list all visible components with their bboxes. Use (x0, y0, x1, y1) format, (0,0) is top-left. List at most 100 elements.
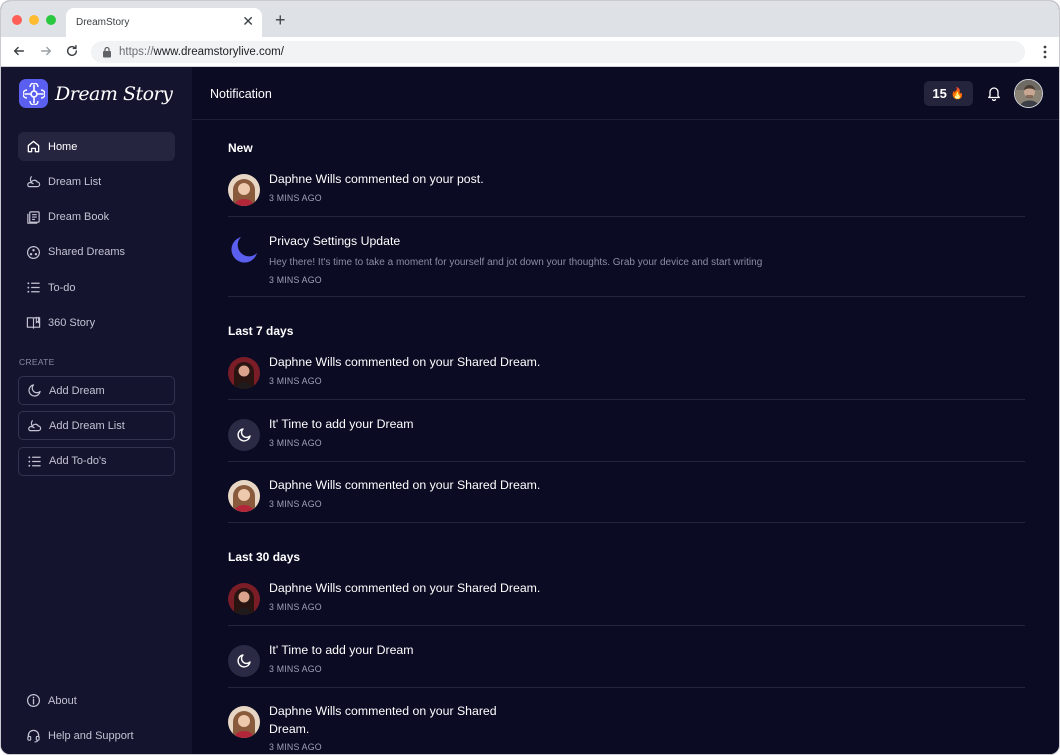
address-bar[interactable]: https://www.dreamstorylive.com/ (91, 41, 1025, 63)
add-dream-list-button[interactable]: Add Dream List (18, 411, 175, 441)
avatar (228, 480, 260, 512)
notification-time: 3 MINS AGO (269, 742, 322, 752)
top-header: Notification 15 🔥 (192, 67, 1059, 120)
notification-time: 3 MINS AGO (269, 664, 322, 674)
notification-item[interactable]: Daphne Wills commented on your Shared Dr… (228, 581, 1025, 626)
notification-time: 3 MINS AGO (269, 602, 322, 612)
page-title: Notification (210, 87, 272, 101)
avatar (228, 583, 260, 615)
notification-item[interactable]: Daphne Wills commented on your post. 3 M… (228, 172, 1025, 217)
sidebar-item-home[interactable]: Home (18, 132, 175, 161)
info-icon (25, 693, 41, 709)
group-title-last-30-days: Last 30 days (228, 550, 301, 564)
sidebar-item-label: About (48, 694, 77, 707)
headset-icon (25, 728, 41, 744)
user-avatar[interactable] (1014, 79, 1043, 108)
notification-time: 3 MINS AGO (269, 275, 322, 285)
notification-item[interactable]: It' Time to add your Dream 3 MINS AGO (228, 643, 1025, 688)
notification-title: Daphne Wills commented on your post. (269, 172, 484, 186)
sidebar-nav: Home Dream List Dream Book Shared Dreams… (18, 132, 175, 344)
moon-avatar-icon (228, 419, 260, 451)
notification-title: Daphne Wills commented on your Shared Dr… (269, 355, 541, 369)
avatar (228, 706, 260, 738)
notification-time: 3 MINS AGO (269, 193, 322, 203)
notification-item[interactable]: Daphne Wills commented on your Shared Dr… (228, 355, 1025, 400)
add-todos-button[interactable]: Add To-do's (18, 446, 175, 476)
moon-avatar-icon (228, 234, 260, 266)
moon-cloud-icon (26, 418, 42, 434)
app: Dream Story Home Dream List Dream Book S… (1, 67, 1059, 754)
browser-tab[interactable]: DreamStory ✕ (66, 8, 262, 37)
notification-item[interactable]: Privacy Settings Update Hey there! It's … (228, 234, 1025, 297)
back-icon[interactable] (10, 42, 28, 60)
sidebar-item-help[interactable]: Help and Support (18, 721, 175, 750)
list-icon (25, 280, 41, 296)
sidebar-item-label: To-do (48, 281, 76, 294)
avatar (228, 174, 260, 206)
bell-icon[interactable] (986, 85, 1002, 101)
sidebar-item-dream-list[interactable]: Dream List (18, 167, 175, 196)
sidebar-item-label: Dream Book (48, 211, 110, 224)
open-book-icon (25, 315, 41, 331)
tab-close-icon[interactable]: ✕ (242, 14, 254, 28)
tab-title: DreamStory (76, 17, 130, 28)
home-icon (25, 139, 41, 155)
sidebar-item-label: 360 Story (48, 316, 96, 329)
logo-text: Dream Story (55, 82, 173, 105)
add-dream-button[interactable]: Add Dream (18, 376, 175, 405)
notification-title-continued: Dream. (269, 722, 310, 736)
browser-window: DreamStory ✕ + https://www.dreamstoryliv… (0, 0, 1060, 755)
group-title-new: New (228, 141, 253, 155)
sidebar-item-label: Home (48, 140, 78, 153)
notification-item[interactable]: Daphne Wills commented on your Shared Dr… (228, 478, 1025, 523)
sidebar-item-to-do[interactable]: To-do (18, 273, 175, 302)
browser-toolbar: https://www.dreamstorylive.com/ (1, 37, 1059, 67)
reload-icon[interactable] (63, 42, 81, 60)
notification-time: 3 MINS AGO (269, 438, 322, 448)
sidebar: Dream Story Home Dream List Dream Book S… (1, 67, 192, 754)
maximize-window-button[interactable] (46, 15, 56, 25)
book-icon (25, 209, 41, 225)
minimize-window-button[interactable] (29, 15, 39, 25)
sidebar-item-dream-book[interactable]: Dream Book (18, 203, 175, 232)
create-item-label: Add Dream List (49, 419, 125, 432)
notification-title: Privacy Settings Update (269, 234, 401, 248)
create-actions: Add Dream Add Dream List Add To-do's (18, 376, 175, 482)
forward-icon[interactable] (37, 42, 55, 60)
close-window-button[interactable] (12, 15, 22, 25)
sidebar-item-shared-dreams[interactable]: Shared Dreams (18, 238, 175, 267)
browser-menu-icon[interactable] (1043, 45, 1047, 59)
tab-bar: DreamStory ✕ + (1, 1, 1059, 37)
fire-icon: 🔥 (950, 88, 965, 100)
create-item-label: Add To-do's (49, 455, 107, 468)
list-icon (26, 453, 42, 469)
notification-title: It' Time to add your Dream (269, 643, 414, 657)
sidebar-footer: About Help and Support (18, 686, 175, 754)
avatar (228, 357, 260, 389)
sidebar-item-label: Dream List (48, 175, 102, 188)
sidebar-item-360-story[interactable]: 360 Story (18, 308, 175, 337)
notification-title: Daphne Wills commented on your Shared (269, 704, 497, 718)
notification-title: Daphne Wills commented on your Shared Dr… (269, 478, 541, 492)
notification-body: Hey there! It's time to take a moment fo… (269, 257, 763, 268)
sidebar-item-label: Shared Dreams (48, 246, 126, 259)
sidebar-item-label: Help and Support (48, 729, 134, 742)
notification-item[interactable]: It' Time to add your Dream 3 MINS AGO (228, 417, 1025, 462)
sidebar-item-about[interactable]: About (18, 686, 175, 715)
url-text: https://www.dreamstorylive.com/ (119, 46, 284, 58)
new-tab-button[interactable]: + (275, 11, 286, 29)
streak-badge[interactable]: 15 🔥 (924, 81, 973, 106)
moon-cloud-icon (25, 174, 41, 190)
notification-title: Daphne Wills commented on your Shared Dr… (269, 581, 541, 595)
notification-time: 3 MINS AGO (269, 376, 322, 386)
lock-icon (103, 46, 111, 58)
create-section-label: CREATE (19, 357, 55, 367)
streak-count: 15 (932, 86, 947, 101)
logo[interactable]: Dream Story (19, 79, 173, 108)
moon-avatar-icon (228, 645, 260, 677)
notification-title: It' Time to add your Dream (269, 417, 414, 431)
group-title-last-7-days: Last 7 days (228, 324, 294, 338)
notification-item[interactable]: Daphne Wills commented on your Shared Dr… (228, 704, 1025, 754)
moon-icon (26, 383, 42, 399)
shared-icon (25, 244, 41, 260)
